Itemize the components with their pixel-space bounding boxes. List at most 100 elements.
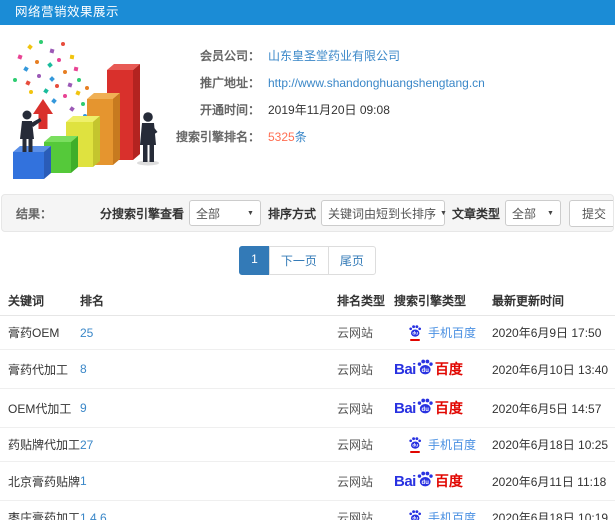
page-1-button[interactable]: 1 xyxy=(239,246,270,275)
info-row: 搜索引擎排名： 5325条 xyxy=(168,123,615,150)
baidu-paw-icon: du xyxy=(408,509,422,520)
baidu-paw-icon: du xyxy=(408,324,422,341)
updated-time-cell: 2020年6月5日 14:57 xyxy=(492,388,615,428)
baidu-logo-cn: 百度 xyxy=(434,361,463,377)
updated-time-cell: 2020年6月11日 11:18 xyxy=(492,461,615,501)
info-row: 开通时间： 2019年11月20日 09:08 xyxy=(168,96,615,123)
info-row: 推广地址： http://www.shandonghuangshengtang.… xyxy=(168,69,615,96)
updated-time-cell: 2020年6月18日 10:19 xyxy=(492,500,615,520)
businessman-left xyxy=(20,110,42,152)
next-page-button[interactable]: 下一页 xyxy=(268,246,329,275)
baidu-logo-cn: 百度 xyxy=(434,473,463,489)
chevron-down-icon: ▼ xyxy=(247,209,254,217)
info-row: 会员公司： 山东皇圣堂药业有限公司 xyxy=(168,42,615,69)
info-value[interactable]: 山东皇圣堂药业有限公司 xyxy=(268,47,400,64)
table-row: OEM代加工 9 云网站 Bai du 百度 2020年6月5日 14:57 xyxy=(0,388,615,428)
pagination: 1 下一页 尾页 xyxy=(0,246,615,275)
table-header-row: 关键词 排名 排名类型 搜索引擎类型 最新更新时间 xyxy=(0,287,615,316)
baidu-logo: Bai du 百度 xyxy=(394,470,463,492)
column-header: 搜索引擎类型 xyxy=(394,287,492,316)
mobile-baidu-label: 手机百度 xyxy=(428,438,477,452)
rank-type-cell: 云网站 xyxy=(337,315,394,350)
updated-time-cell: 2020年6月9日 17:50 xyxy=(492,315,615,350)
keyword-cell: 北京膏药贴牌 xyxy=(0,461,80,501)
rank-type-cell: 云网站 xyxy=(337,388,394,428)
title-bar: 网络营销效果展示 xyxy=(0,0,615,25)
rank-cell[interactable]: 1,4,6 xyxy=(80,500,337,520)
mobile-baidu-label: 手机百度 xyxy=(428,326,477,340)
column-header: 排名 xyxy=(80,287,337,316)
baidu-paw-icon: du xyxy=(408,436,422,453)
result-label: 结果： xyxy=(16,206,53,221)
engine-select[interactable]: 全部 ▼ xyxy=(188,200,261,226)
baidu-paw-icon: du xyxy=(416,358,434,376)
keyword-cell: 枣庄膏药加工 xyxy=(0,500,80,520)
keyword-cell: OEM代加工 xyxy=(0,388,80,428)
engine-type-cell: du 手机百度 xyxy=(394,315,492,350)
rank-count: 5325 xyxy=(268,130,295,144)
rank-count-unit: 条 xyxy=(294,130,307,144)
table-row: 枣庄膏药加工 1,4,6 云网站 du 手机百度 2020年6月18日 10:1… xyxy=(0,500,615,520)
chevron-down-icon: ▼ xyxy=(439,209,447,217)
info-list: 会员公司： 山东皇圣堂药业有限公司 推广地址： http://www.shand… xyxy=(168,33,615,185)
info-label: 搜索引擎排名： xyxy=(175,130,260,144)
info-section: 会员公司： 山东皇圣堂药业有限公司 推广地址： http://www.shand… xyxy=(0,25,615,185)
mobile-baidu-badge: du 手机百度 xyxy=(408,436,476,453)
page-title: 网络营销效果展示 xyxy=(15,5,120,19)
svg-text:du: du xyxy=(412,443,418,448)
baidu-logo: Bai du 百度 xyxy=(394,358,463,380)
baidu-logo-text: Bai xyxy=(394,399,416,417)
keyword-cell: 膏药OEM xyxy=(0,315,80,350)
svg-text:du: du xyxy=(421,480,429,486)
rank-cell[interactable]: 1 xyxy=(80,461,337,501)
article-type-label: 文章类型 xyxy=(451,206,500,221)
sort-select[interactable]: 关键词由短到长排序 ▼ xyxy=(320,200,447,226)
rank-cell[interactable]: 8 xyxy=(80,349,337,389)
updated-time-cell: 2020年6月18日 10:25 xyxy=(492,427,615,462)
rank-cell[interactable]: 25 xyxy=(80,315,337,350)
rank-cell[interactable]: 27 xyxy=(80,427,337,462)
table-row: 膏药代加工 8 云网站 Bai du 百度 2020年6月10日 13:40 xyxy=(0,349,615,389)
engine-type-cell: Bai du 百度 xyxy=(394,349,492,389)
mobile-baidu-badge: du 手机百度 xyxy=(408,324,476,341)
keyword-rank-table: 关键词 排名 排名类型 搜索引擎类型 最新更新时间 膏药OEM 25 云网站 du 手机… xyxy=(0,287,615,520)
filter-controls: 分搜索引擎查看 全部 ▼ 排序方式 关键词由短到长排序 ▼ 文章类型 全部 ▼ … xyxy=(93,199,613,227)
chevron-down-icon: ▼ xyxy=(547,209,554,217)
sort-filter-label: 排序方式 xyxy=(267,206,316,221)
filter-bar: 结果： 分搜索引擎查看 全部 ▼ 排序方式 关键词由短到长排序 ▼ 文章类型 全… xyxy=(1,194,614,232)
mobile-baidu-badge: du 手机百度 xyxy=(408,509,476,520)
article-type-select[interactable]: 全部 ▼ xyxy=(504,200,561,226)
svg-text:du: du xyxy=(421,407,429,413)
baidu-paw-icon: du xyxy=(416,397,434,415)
rank-type-cell: 云网站 xyxy=(337,349,394,389)
info-label: 推广地址： xyxy=(199,76,260,90)
engine-type-cell: Bai du 百度 xyxy=(394,461,492,501)
rank-type-cell: 云网站 xyxy=(337,500,394,520)
table-body: 膏药OEM 25 云网站 du 手机百度 2020年6月9日 17:50 膏药代… xyxy=(0,315,615,520)
baidu-logo: Bai du 百度 xyxy=(394,397,463,419)
table-row: 膏药OEM 25 云网站 du 手机百度 2020年6月9日 17:50 xyxy=(0,315,615,350)
keyword-cell: 药贴牌代加工 xyxy=(0,427,80,462)
last-page-button[interactable]: 尾页 xyxy=(327,246,376,275)
article-type-select-value: 全部 xyxy=(511,206,536,221)
engine-type-cell: du 手机百度 xyxy=(394,427,492,462)
info-value[interactable]: http://www.shandonghuangshengtang.cn xyxy=(268,76,485,90)
svg-text:du: du xyxy=(421,368,429,374)
businessman-right xyxy=(137,112,159,166)
updated-time-cell: 2020年6月10日 13:40 xyxy=(492,349,615,389)
table-row: 北京膏药贴牌 1 云网站 Bai du 百度 2020年6月11日 11:18 xyxy=(0,461,615,501)
info-value: 5325条 xyxy=(268,128,307,145)
red-underline xyxy=(410,451,420,453)
sort-select-value: 关键词由短到长排序 xyxy=(327,206,436,221)
engine-type-cell: Bai du 百度 xyxy=(394,388,492,428)
submit-button[interactable]: 提交 xyxy=(568,199,613,227)
red-underline xyxy=(410,339,420,341)
info-value: 2019年11月20日 09:08 xyxy=(268,103,390,117)
table-row: 药贴牌代加工 27 云网站 du 手机百度 2020年6月18日 10:25 xyxy=(0,427,615,462)
engine-select-value: 全部 xyxy=(195,206,220,221)
column-header: 排名类型 xyxy=(337,287,394,316)
keyword-cell: 膏药代加工 xyxy=(0,349,80,389)
rank-cell[interactable]: 9 xyxy=(80,388,337,428)
svg-text:du: du xyxy=(412,331,418,336)
growth-chart-illustration xyxy=(0,33,168,185)
